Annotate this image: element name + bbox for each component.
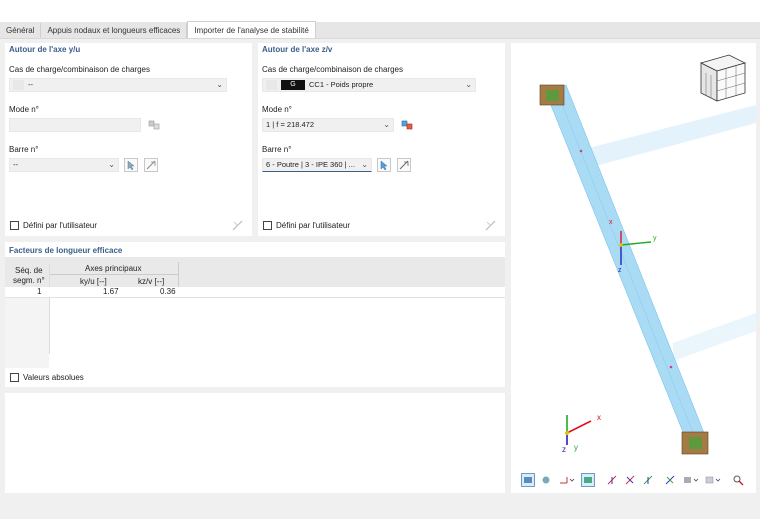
member-label: Barre n° <box>262 145 292 154</box>
col-kz: kz/v [--] <box>138 277 165 286</box>
panel-icon[interactable] <box>703 473 723 487</box>
node <box>669 365 673 369</box>
table-row-line <box>5 297 505 298</box>
col-seg-1: Séq. de <box>15 266 43 275</box>
x-view-icon[interactable] <box>623 473 637 487</box>
absolute-label: Valeurs absolues <box>23 373 84 382</box>
chevron-down-icon: ⌄ <box>108 160 115 169</box>
chevron-down-icon: ⌄ <box>465 80 472 89</box>
member-dropdown[interactable]: -- ⌄ <box>9 158 119 172</box>
load-dropdown[interactable]: G CC1 - Poids propre ⌄ <box>262 78 476 92</box>
top-bar <box>0 0 760 22</box>
select-member-icon[interactable] <box>124 158 138 172</box>
factors-panel: Facteurs de longueur efficace Séq. de se… <box>5 242 505 387</box>
global-z-label: z <box>562 445 566 454</box>
load-value: -- <box>28 80 33 89</box>
color-swatch <box>266 80 277 91</box>
xyz-icon[interactable] <box>605 473 619 487</box>
user-defined-label: Défini par l'utilisateur <box>276 221 351 230</box>
member-label: Barre n° <box>9 145 39 154</box>
tab-import-stability[interactable]: Importer de l'analyse de stabilité <box>187 21 316 38</box>
local-z-label: z <box>618 267 622 274</box>
group-title: Autour de l'axe y/u <box>9 45 81 54</box>
local-y-label: y <box>653 235 657 242</box>
support-bottom <box>681 431 709 455</box>
model-canvas <box>539 54 756 455</box>
chevron-down-icon: ⌄ <box>383 120 390 129</box>
global-axes <box>565 415 592 445</box>
table-body-bg <box>5 298 49 368</box>
col-ky: ky/u [--] <box>80 277 107 286</box>
y-view-icon[interactable] <box>641 473 655 487</box>
notes-panel <box>5 393 505 493</box>
load-value: CC1 - Poids propre <box>309 80 374 89</box>
global-x-label: x <box>597 413 601 422</box>
display-icon[interactable] <box>581 473 595 487</box>
user-defined-label: Défini par l'utilisateur <box>23 221 98 230</box>
cell-ky: 1.67 <box>103 287 119 296</box>
edit-icon[interactable] <box>484 218 498 232</box>
col-group-label: Axes principaux <box>85 264 142 273</box>
render-icon[interactable] <box>539 473 553 487</box>
edit-member-icon[interactable] <box>144 158 158 172</box>
global-y-label: y <box>574 443 578 452</box>
edit-icon[interactable] <box>231 218 245 232</box>
load-dropdown[interactable]: -- ⌄ <box>9 78 227 92</box>
col-group-divider <box>50 274 178 275</box>
member-value: 6 - Poutre | 3 - IPE 360 | ... <box>266 160 355 169</box>
mode-label: Mode n° <box>9 105 39 114</box>
table-col-divider <box>49 264 50 354</box>
chevron-down-icon: ⌄ <box>216 80 223 89</box>
pick-mode-icon[interactable] <box>400 118 414 132</box>
user-defined-checkbox[interactable] <box>10 221 19 230</box>
support-top <box>539 84 565 106</box>
local-x-label: x <box>609 219 613 226</box>
mode-label: Mode n° <box>262 105 292 114</box>
chevron-down-icon: ⌄ <box>361 160 368 169</box>
group-title: Autour de l'axe z/v <box>262 45 333 54</box>
viewport-3d[interactable]: x y z x y z <box>511 43 756 493</box>
member-dropdown[interactable]: 6 - Poutre | 3 - IPE 360 | ... ⌄ <box>262 158 372 172</box>
load-label: Cas de charge/combinaison de charges <box>262 65 403 74</box>
axis-icon[interactable] <box>557 473 577 487</box>
secondary-beam <box>577 105 756 171</box>
load-label: Cas de charge/combinaison de charges <box>9 65 150 74</box>
col-seg-2: segm. n° <box>13 276 45 285</box>
color-swatch <box>13 80 24 91</box>
factors-title: Facteurs de longueur efficace <box>9 246 123 255</box>
cell-kz: 0.36 <box>160 287 176 296</box>
load-badge: G <box>281 80 305 91</box>
edit-member-icon[interactable] <box>397 158 411 172</box>
absolute-checkbox[interactable] <box>10 373 19 382</box>
cell-seg: 1 <box>37 287 42 296</box>
group-axis-z: Autour de l'axe z/v Cas de charge/combin… <box>258 43 505 236</box>
node <box>579 149 583 153</box>
pick-mode-icon[interactable] <box>147 118 161 132</box>
z-view-icon[interactable] <box>663 473 677 487</box>
tab-nodal-supports[interactable]: Appuis nodaux et longueurs efficaces <box>41 23 188 38</box>
reset-icon[interactable] <box>731 473 745 487</box>
iso-icon[interactable] <box>681 473 701 487</box>
select-member-icon[interactable] <box>377 158 391 172</box>
mode-input[interactable] <box>9 118 141 132</box>
user-defined-checkbox[interactable] <box>263 221 272 230</box>
viewport-toolbar <box>519 473 749 489</box>
tab-strip: Général Appuis nodaux et longueurs effic… <box>0 21 760 39</box>
secondary-beam <box>673 313 756 361</box>
view-icon[interactable] <box>521 473 535 487</box>
member-value: -- <box>13 160 18 169</box>
mode-value: 1 | f = 218.472 <box>266 120 315 129</box>
table-row[interactable]: 1 1.67 0.36 <box>5 287 505 297</box>
group-axis-y: Autour de l'axe y/u Cas de charge/combin… <box>5 43 252 236</box>
tab-general[interactable]: Général <box>0 23 42 38</box>
view-cube <box>699 54 747 102</box>
mode-dropdown[interactable]: 1 | f = 218.472 ⌄ <box>262 118 394 132</box>
